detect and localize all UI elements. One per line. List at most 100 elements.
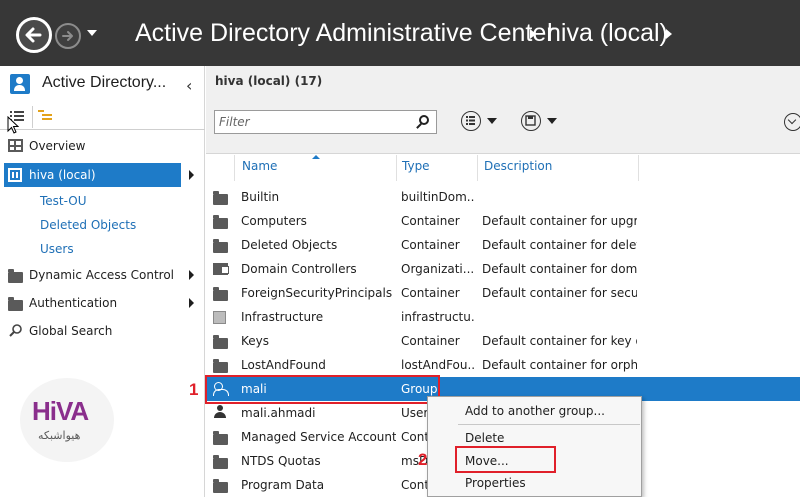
chevron-down-icon: [487, 118, 497, 124]
row-description: Default container for orph...: [482, 358, 637, 372]
folder-icon: [213, 191, 228, 205]
list-options-icon: [461, 111, 481, 131]
nav-item-label: hiva (local): [29, 168, 96, 182]
breadcrumb-location[interactable]: hiva (local): [547, 19, 668, 48]
mouse-cursor-icon: [7, 116, 19, 134]
table-row[interactable]: ForeignSecurityPrincipals Container Defa…: [206, 281, 800, 305]
collapse-pane-icon[interactable]: ‹: [186, 76, 192, 95]
app-title-text: Active Directory Administrative Center: [135, 19, 555, 47]
row-description: Default container for dom...: [482, 262, 637, 276]
nav-item-overview[interactable]: Overview: [0, 134, 204, 158]
folder-icon: [213, 239, 228, 253]
annotation-step-2: 2: [418, 450, 428, 469]
breadcrumb-separator-icon[interactable]: [530, 29, 536, 39]
nav-subitem-users[interactable]: Users: [40, 242, 74, 256]
save-query-button[interactable]: [521, 111, 561, 133]
column-headers: Name Type Description: [206, 155, 800, 181]
overview-icon: [8, 139, 24, 153]
row-type: Container: [401, 238, 460, 252]
expand-arrow-icon[interactable]: [189, 298, 194, 308]
column-header-name[interactable]: Name: [242, 159, 277, 173]
menu-item-add-to-group[interactable]: Add to another group...: [465, 404, 605, 418]
tree-view-icon[interactable]: [38, 109, 54, 123]
filter-box[interactable]: [214, 110, 437, 134]
column-divider[interactable]: [638, 155, 639, 181]
annotation-step-1: 1: [189, 380, 199, 399]
view-options-button[interactable]: [461, 111, 501, 133]
navigation-pane-header: Active Directory... ‹: [0, 66, 205, 102]
column-header-type[interactable]: Type: [402, 159, 430, 173]
folder-icon: [8, 269, 23, 283]
toolbar: [206, 96, 800, 154]
row-name: Keys: [241, 334, 270, 348]
nav-item-label: Dynamic Access Control: [29, 268, 175, 282]
row-name: Deleted Objects: [241, 238, 338, 252]
row-type: lostAndFou...: [401, 358, 475, 372]
search-icon[interactable]: [419, 115, 429, 125]
menu-item-properties[interactable]: Properties: [465, 476, 526, 490]
forward-button[interactable]: [55, 23, 81, 49]
folder-icon: [8, 297, 23, 311]
forward-arrow-icon: [62, 31, 73, 41]
table-row[interactable]: Computers Container Default container fo…: [206, 209, 800, 233]
row-description: Default container for delet...: [482, 238, 637, 252]
table-row[interactable]: Deleted Objects Container Default contai…: [206, 233, 800, 257]
back-button[interactable]: [16, 17, 52, 53]
app-title: Active Directory Administrative Center: [135, 19, 555, 48]
row-description: Default container for upgr...: [482, 214, 637, 228]
column-header-description[interactable]: Description: [484, 159, 552, 173]
row-type: Container: [401, 286, 460, 300]
folder-icon: [213, 479, 228, 493]
expand-arrow-icon[interactable]: [189, 270, 194, 280]
view-divider: [32, 106, 33, 128]
history-dropdown-icon[interactable]: [87, 30, 97, 36]
content-header: hiva (local) (17): [206, 66, 800, 96]
filter-input[interactable]: [219, 114, 409, 130]
chevron-down-icon: [547, 118, 557, 124]
hiva-logo: HiVA هیواشبکه: [20, 378, 114, 462]
nav-subitem-deleted-objects[interactable]: Deleted Objects: [40, 218, 136, 232]
folder-icon: [213, 215, 228, 229]
row-name: NTDS Quotas: [241, 454, 321, 468]
row-type: Organizati...: [401, 262, 475, 276]
folder-icon: [213, 431, 228, 445]
nav-item-authentication[interactable]: Authentication: [0, 291, 204, 315]
column-divider[interactable]: [396, 155, 397, 181]
table-row[interactable]: Keys Container Default container for key…: [206, 329, 800, 353]
folder-icon: [213, 287, 228, 301]
row-name: Computers: [241, 214, 307, 228]
row-name: Builtin: [241, 190, 280, 204]
folder-icon: [213, 335, 228, 349]
nav-item-dynamic-access-control[interactable]: Dynamic Access Control: [0, 263, 204, 287]
expand-toolbar-button[interactable]: [784, 113, 800, 131]
row-name: Program Data: [241, 478, 325, 492]
table-row[interactable]: LostAndFound lostAndFou... Default conta…: [206, 353, 800, 377]
active-directory-icon: [10, 74, 30, 94]
expand-arrow-icon[interactable]: [189, 170, 194, 180]
table-row[interactable]: Infrastructure infrastructu...: [206, 305, 800, 329]
column-divider[interactable]: [477, 155, 478, 181]
row-name: Managed Service Accounts: [241, 430, 396, 444]
row-type: Container: [401, 214, 460, 228]
domain-icon: [8, 168, 24, 182]
breadcrumb-separator-icon[interactable]: [666, 29, 672, 39]
nav-item-label: Global Search: [29, 324, 113, 338]
user-icon: [213, 405, 227, 419]
nav-subitem-test-ou[interactable]: Test-OU: [40, 194, 87, 208]
logo-main-text: HiVA: [32, 396, 89, 426]
row-type: builtinDom...: [401, 190, 475, 204]
table-row[interactable]: Builtin builtinDom...: [206, 185, 800, 209]
nav-item-hiva-local-content[interactable]: hiva (local): [0, 163, 204, 187]
infrastructure-icon: [213, 311, 226, 324]
row-name: Domain Controllers: [241, 262, 357, 276]
navigation-pane-title: Active Directory...: [42, 74, 167, 91]
row-description: Default container for key o...: [482, 334, 637, 348]
nav-item-label: Overview: [29, 139, 86, 153]
title-bar: Active Directory Administrative Center h…: [0, 0, 800, 66]
ou-icon: [213, 263, 229, 275]
table-row[interactable]: Domain Controllers Organizati... Default…: [206, 257, 800, 281]
item-count: (17): [294, 74, 323, 88]
menu-item-delete[interactable]: Delete: [465, 431, 504, 445]
sort-ascending-icon: [312, 155, 320, 159]
nav-item-global-search[interactable]: Global Search: [0, 319, 204, 343]
